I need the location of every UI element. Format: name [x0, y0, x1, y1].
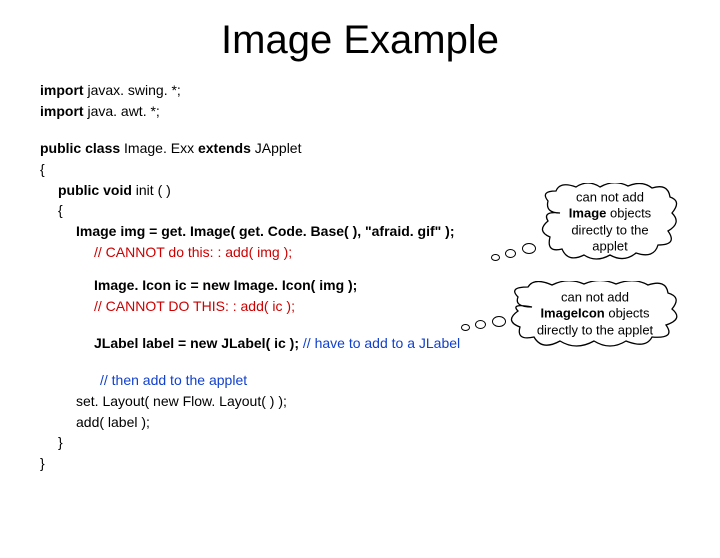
kw-extends: extends — [198, 140, 255, 156]
bubble2-line3: directly to the applet — [537, 322, 653, 337]
slide-title: Image Example — [0, 18, 720, 63]
bubble-tail-icon — [475, 320, 486, 329]
brace-open: { — [40, 160, 720, 179]
bubble1-line1: can not add — [576, 190, 644, 205]
kw-import: import — [40, 82, 84, 98]
code-block: import javax. swing. *; import java. awt… — [40, 81, 720, 473]
bubble1-line2r: objects — [606, 206, 651, 221]
bubble-tail-icon — [505, 249, 516, 258]
bubble-tail-icon — [522, 243, 536, 254]
bubble2-line1: can not add — [561, 290, 629, 305]
bubble-tail-icon — [491, 254, 500, 261]
icon-assign: Image. Icon ic = new Image. Icon( img ); — [94, 277, 357, 293]
bubble-tail-icon — [492, 316, 506, 327]
bubble1-line2b: Image — [569, 206, 607, 221]
bubble1-line4: applet — [592, 238, 627, 253]
thought-bubble-imageicon: can not add ImageIcon objects directly t… — [510, 281, 680, 347]
addlabel: add( label ); — [76, 413, 720, 432]
bubble1-line3: directly to the — [571, 222, 648, 237]
comment-thenadd: // then add to the applet — [100, 371, 720, 390]
thought-bubble-image: can not add Image objects directly to th… — [540, 183, 680, 261]
import1-rest: javax. swing. *; — [84, 82, 181, 98]
brace-close: } — [40, 454, 720, 473]
comment-jlabel: // have to add to a JLabel — [299, 335, 460, 351]
img-assign: Image img = get. Image( get. Code. Base(… — [76, 223, 455, 239]
import2-rest: java. awt. *; — [84, 103, 160, 119]
superclass: JApplet — [255, 140, 302, 156]
kw-import: import — [40, 103, 84, 119]
classname: Image. Exx — [124, 140, 198, 156]
label-assign: JLabel label = new JLabel( ic ); — [94, 335, 299, 351]
setlayout: set. Layout( new Flow. Layout( ) ); — [76, 392, 720, 411]
method-name: init ( ) — [132, 182, 171, 198]
bubble-tail-icon — [461, 324, 470, 331]
brace-close: } — [58, 433, 720, 452]
kw-public-class: public class — [40, 140, 124, 156]
kw-public-void: public void — [58, 182, 132, 198]
bubble2-line2r: objects — [605, 306, 650, 321]
bubble2-line2b: ImageIcon — [540, 306, 604, 321]
